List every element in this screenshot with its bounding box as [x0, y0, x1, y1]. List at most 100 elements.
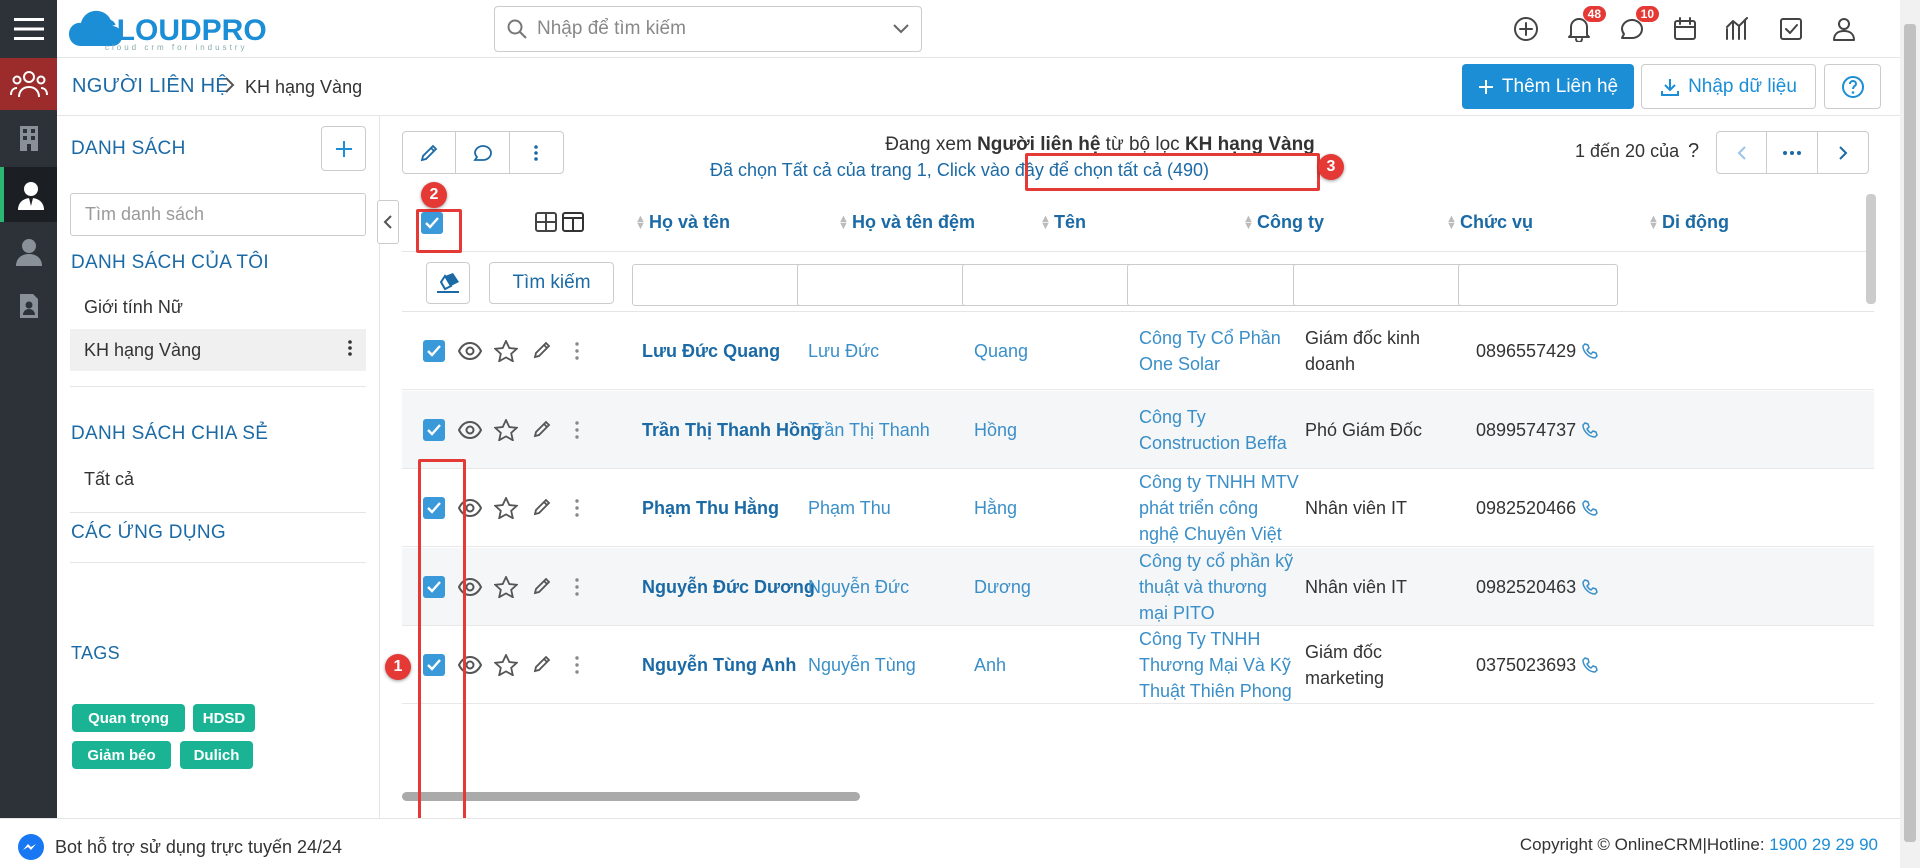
phone-icon[interactable]	[1582, 343, 1598, 359]
cell-first-name[interactable]: Dương	[974, 548, 1124, 626]
column-header-company[interactable]: ▲ ▼ Công ty	[1243, 212, 1324, 233]
column-header-middle-name[interactable]: ▲ ▼ Họ và tên đệm	[838, 212, 975, 233]
table-row[interactable]: Trần Thị Thanh Hồng Trần Thị Thanh Hồng Côn…	[402, 390, 1874, 469]
tag-chip[interactable]: Giảm béo	[72, 741, 171, 769]
tag-chip[interactable]: HDSD	[193, 704, 255, 732]
cell-first-name[interactable]: Hằng	[974, 469, 1124, 547]
eye-icon[interactable]	[458, 420, 482, 440]
more-vertical-icon[interactable]	[575, 341, 579, 361]
eye-icon[interactable]	[458, 341, 482, 361]
tag-chip[interactable]: Quan trọng	[72, 704, 185, 732]
comment-icon[interactable]	[456, 132, 510, 173]
more-vertical-icon[interactable]	[510, 132, 563, 173]
hotline-link[interactable]: 1900 29 29 90	[1769, 835, 1878, 854]
eraser-icon[interactable]	[426, 262, 470, 304]
phone-icon[interactable]	[1582, 578, 1598, 595]
cell-company[interactable]: Công ty TNHH MTV phát triển công nghệ Ch…	[1139, 469, 1299, 547]
phone-icon[interactable]	[1582, 421, 1598, 438]
star-icon[interactable]	[494, 497, 518, 519]
edit-pencil-icon[interactable]	[532, 497, 552, 517]
cell-middle-name[interactable]: Lưu Đức	[808, 312, 988, 390]
list-item[interactable]: Giới tính Nữ	[70, 286, 366, 328]
filter-search-button[interactable]: Tìm kiếm	[489, 262, 614, 304]
more-vertical-icon[interactable]	[348, 339, 352, 357]
support-bot[interactable]: Bot hỗ trợ sử dụng trực tuyến 24/24	[17, 833, 342, 861]
window-scrollbar[interactable]	[1900, 0, 1920, 868]
more-vertical-icon[interactable]	[575, 655, 579, 675]
list-search-input[interactable]: Tìm danh sách	[70, 193, 366, 236]
cell-first-name[interactable]: Hồng	[974, 391, 1124, 469]
import-data-button[interactable]: Nhập dữ liệu	[1641, 64, 1816, 109]
column-view-icon[interactable]	[562, 212, 584, 232]
chart-icon[interactable]	[1721, 12, 1755, 46]
cell-mobile[interactable]: 0982520466	[1476, 469, 1616, 547]
search-input[interactable]: Nhập để tìm kiếm	[537, 18, 893, 40]
breadcrumb-module[interactable]: NGƯỜI LIÊN HỆ	[72, 75, 229, 98]
hamburger-menu-icon[interactable]	[0, 0, 57, 57]
cell-full-name[interactable]: Trần Thị Thanh Hồng	[642, 391, 822, 469]
row-checkbox[interactable]	[423, 340, 445, 362]
star-icon[interactable]	[494, 418, 518, 441]
cell-company[interactable]: Công Ty Construction Beffa	[1139, 391, 1299, 469]
contacts-group-icon[interactable]	[0, 58, 57, 110]
add-circle-icon[interactable]	[1509, 12, 1543, 46]
cell-middle-name[interactable]: Nguyễn Đức	[808, 548, 988, 626]
table-row[interactable]: Phạm Thu Hằng Phạm Thu Hằng Công ty TNHH MT…	[402, 469, 1874, 547]
global-search[interactable]: Nhập để tìm kiếm	[494, 6, 922, 52]
building-icon[interactable]	[0, 112, 57, 164]
more-horizontal-icon[interactable]	[1767, 132, 1818, 173]
list-item[interactable]: Tất cả	[70, 458, 366, 500]
cell-first-name[interactable]: Anh	[974, 626, 1124, 704]
cell-first-name[interactable]: Quang	[974, 312, 1124, 390]
cell-middle-name[interactable]: Trần Thị Thanh	[808, 391, 988, 469]
cell-middle-name[interactable]: Phạm Thu	[808, 469, 988, 547]
cell-mobile[interactable]: 0375023693	[1476, 626, 1616, 704]
cell-full-name[interactable]: Lưu Đức Quang	[642, 312, 822, 390]
cell-middle-name[interactable]: Nguyễn Tùng	[808, 626, 988, 704]
star-icon[interactable]	[494, 575, 518, 598]
column-header-full-name[interactable]: ▲ ▼ Họ và tên	[635, 212, 730, 233]
cell-mobile[interactable]: 0982520463	[1476, 548, 1616, 626]
cell-full-name[interactable]: Nguyễn Đức Dương	[642, 548, 822, 626]
tag-chip[interactable]: Dulich	[180, 741, 253, 769]
cell-mobile[interactable]: 0896557429	[1476, 312, 1616, 390]
cell-full-name[interactable]: Nguyễn Tùng Anh	[642, 626, 822, 704]
scrollbar-thumb[interactable]	[402, 792, 860, 801]
cell-full-name[interactable]: Phạm Thu Hằng	[642, 469, 822, 547]
column-header-first-name[interactable]: ▲ ▼ Tên	[1040, 212, 1086, 233]
table-row[interactable]: Lưu Đức Quang Lưu Đức Quang Công Ty Cổ Phần…	[402, 312, 1874, 390]
cell-company[interactable]: Công ty cổ phần kỹ thuật và thương mại P…	[1139, 548, 1299, 626]
profile-icon[interactable]	[1827, 12, 1861, 46]
scrollbar-thumb[interactable]	[1904, 24, 1916, 842]
table-horizontal-scrollbar[interactable]	[402, 790, 1874, 802]
filter-input-mobile[interactable]	[1458, 264, 1618, 306]
edit-pencil-icon[interactable]	[532, 340, 552, 360]
more-vertical-icon[interactable]	[575, 498, 579, 518]
row-checkbox[interactable]	[423, 418, 445, 441]
star-icon[interactable]	[494, 654, 518, 676]
chat-icon[interactable]: 10	[1615, 6, 1659, 46]
contact-person-icon[interactable]	[0, 167, 57, 222]
cell-mobile[interactable]: 0899574737	[1476, 391, 1616, 469]
edit-pencil-icon[interactable]	[532, 419, 552, 439]
filter-input-company[interactable]	[1127, 264, 1321, 306]
phone-icon[interactable]	[1582, 500, 1598, 516]
task-check-icon[interactable]	[1774, 12, 1808, 46]
prev-page-icon[interactable]	[1717, 132, 1768, 173]
table-row[interactable]: Nguyễn Tùng Anh Nguyễn Tùng Anh Công Ty TNH…	[402, 626, 1874, 704]
edit-pencil-icon[interactable]	[532, 654, 552, 674]
next-page-icon[interactable]	[1818, 132, 1868, 173]
edit-pencil-icon[interactable]	[532, 576, 552, 596]
help-button[interactable]	[1824, 64, 1881, 109]
bell-icon[interactable]: 48	[1562, 6, 1606, 46]
star-icon[interactable]	[494, 340, 518, 362]
contact-card-icon[interactable]	[0, 280, 57, 332]
cell-company[interactable]: Công Ty Cổ Phần One Solar	[1139, 312, 1299, 390]
cell-company[interactable]: Công Ty TNHH Thương Mại Và Kỹ Thuật Thiê…	[1139, 626, 1299, 704]
table-row[interactable]: Nguyễn Đức Dương Nguyễn Đức Dương Công ty c…	[402, 547, 1874, 626]
add-contact-button[interactable]: Thêm Liên hệ	[1462, 64, 1634, 109]
column-header-title[interactable]: ▲ ▼ Chức vụ	[1446, 212, 1533, 233]
more-vertical-icon[interactable]	[575, 577, 579, 597]
user-icon[interactable]	[0, 226, 57, 278]
chevron-down-icon[interactable]	[893, 24, 909, 34]
